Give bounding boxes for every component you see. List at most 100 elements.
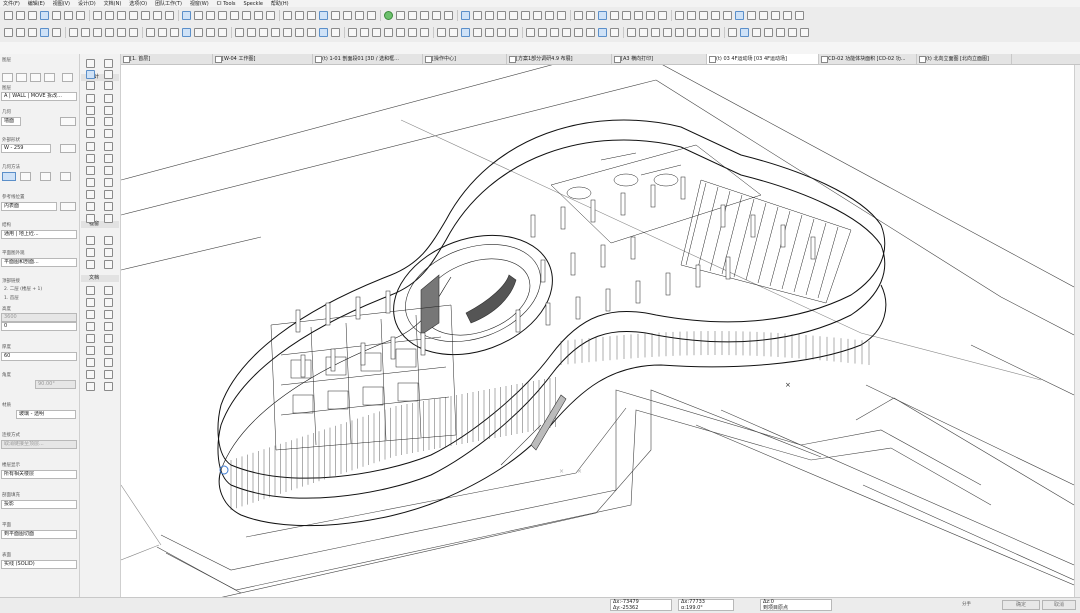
fill-icon[interactable] — [86, 214, 95, 223]
arrow-icon[interactable] — [86, 286, 95, 295]
gear-icon[interactable] — [526, 28, 535, 37]
grid-icon[interactable] — [384, 11, 393, 20]
snap-icon[interactable] — [396, 11, 405, 20]
surface-fill-select[interactable]: 实线 (SOLID) — [1, 560, 77, 569]
stair-icon[interactable] — [104, 334, 113, 343]
redo-icon[interactable] — [473, 11, 482, 20]
toolbox-section-document[interactable]: 文档 — [81, 275, 119, 282]
copy-icon[interactable] — [295, 28, 304, 37]
new-icon[interactable] — [610, 28, 619, 37]
tab-1[interactable]: [W-04 工作图] — [213, 54, 313, 64]
roof-icon[interactable] — [86, 94, 95, 103]
paste-icon[interactable] — [105, 11, 114, 20]
save-icon[interactable] — [28, 28, 37, 37]
window-icon[interactable] — [104, 117, 113, 126]
open-icon[interactable] — [420, 28, 429, 37]
spline-icon[interactable] — [86, 248, 95, 257]
structure-select[interactable]: 通用 | 地上砼... — [1, 230, 77, 239]
save-icon[interactable] — [639, 28, 648, 37]
ok-button[interactable]: 确定 — [1002, 600, 1040, 610]
roof-icon[interactable] — [86, 322, 95, 331]
copy-icon[interactable] — [497, 28, 506, 37]
beam-icon[interactable] — [86, 310, 95, 319]
tab-8[interactable]: (t) 北向立面图 [北向立面图] — [917, 54, 1012, 64]
tab-6[interactable]: (t) 03 4F运动场 [03 4F运动场] — [707, 54, 819, 64]
save-icon[interactable] — [28, 11, 37, 20]
layer-icon[interactable] — [129, 11, 138, 20]
print-icon[interactable] — [40, 28, 49, 37]
print-icon[interactable] — [247, 28, 256, 37]
box-wall-icon[interactable] — [40, 172, 51, 181]
arrow-icon[interactable] — [16, 73, 27, 82]
view-icon[interactable] — [764, 28, 773, 37]
grid-icon[interactable] — [182, 11, 191, 20]
layer-icon[interactable] — [740, 28, 749, 37]
zone-icon[interactable] — [86, 370, 95, 379]
layer-icon[interactable] — [533, 11, 542, 20]
print-icon[interactable] — [646, 11, 655, 20]
chain-wall-icon[interactable] — [20, 172, 31, 181]
tab-5[interactable]: [A3 横向打印] — [612, 54, 707, 64]
copy-icon[interactable] — [93, 28, 102, 37]
undo-icon[interactable] — [461, 28, 470, 37]
top-link-text[interactable]: 2. 二层 (楼层 + 1) — [4, 286, 42, 292]
mesh-icon[interactable] — [86, 166, 95, 175]
layer-icon[interactable] — [735, 11, 744, 20]
more-options-icon[interactable] — [60, 202, 76, 211]
polyline-icon[interactable] — [104, 236, 113, 245]
column-icon[interactable] — [104, 298, 113, 307]
zoom-icon[interactable] — [574, 28, 583, 37]
hotspot-icon[interactable] — [104, 248, 113, 257]
cut-icon[interactable] — [485, 11, 494, 20]
camera-icon[interactable] — [104, 178, 113, 187]
snap-icon[interactable] — [795, 11, 804, 20]
height-field[interactable]: 3600 — [1, 313, 77, 322]
curtain-wall-icon[interactable] — [104, 382, 113, 391]
zoom-icon[interactable] — [367, 11, 376, 20]
save-icon[interactable] — [230, 11, 239, 20]
grid-icon[interactable] — [182, 28, 191, 37]
door-icon[interactable] — [86, 358, 95, 367]
wall-type-icon[interactable] — [60, 144, 76, 153]
morph-icon[interactable] — [86, 334, 95, 343]
gear-icon[interactable] — [117, 11, 126, 20]
reference-line-select[interactable]: 内表面 — [1, 202, 57, 211]
redo-icon[interactable] — [64, 11, 73, 20]
grid-icon[interactable] — [586, 11, 595, 20]
shell-icon[interactable] — [104, 322, 113, 331]
new-icon[interactable] — [408, 28, 417, 37]
snap-icon[interactable] — [598, 28, 607, 37]
tab-2[interactable]: (t) 1-01 剖面段01 [3D / 选和框... — [313, 54, 423, 64]
new-icon[interactable] — [610, 11, 619, 20]
print-icon[interactable] — [449, 28, 458, 37]
redo-icon[interactable] — [675, 28, 684, 37]
copy-icon[interactable] — [497, 11, 506, 20]
line-icon[interactable] — [104, 214, 113, 223]
zoom-icon[interactable] — [574, 11, 583, 20]
redo-icon[interactable] — [473, 28, 482, 37]
selection-icon[interactable] — [2, 73, 13, 82]
marquee-icon[interactable] — [104, 59, 113, 68]
floor-plan-display-select[interactable]: 平面图和剖面... — [1, 258, 77, 267]
slab-icon[interactable] — [104, 81, 113, 90]
geometry-select[interactable]: 墙面 — [1, 117, 21, 126]
copy-icon[interactable] — [699, 28, 708, 37]
shell-icon[interactable] — [104, 94, 113, 103]
undo-icon[interactable] — [663, 28, 672, 37]
view-icon[interactable] — [759, 11, 768, 20]
material-select[interactable]: 玻璃 - 透明 — [16, 410, 76, 419]
pen-icon[interactable] — [141, 11, 150, 20]
layer-icon[interactable] — [538, 28, 547, 37]
zoom-icon[interactable] — [372, 28, 381, 37]
new-icon[interactable] — [408, 11, 417, 20]
pen-icon[interactable] — [747, 11, 756, 20]
angle-field[interactable]: 90.00° — [35, 380, 76, 389]
pen-icon[interactable] — [343, 11, 352, 20]
cut-icon[interactable] — [76, 11, 85, 20]
paste-icon[interactable] — [105, 28, 114, 37]
grid-icon[interactable] — [788, 28, 797, 37]
pen-icon[interactable] — [550, 28, 559, 37]
undo-icon[interactable] — [461, 11, 470, 20]
rotated-wall-icon[interactable] — [60, 172, 71, 181]
view-icon[interactable] — [562, 28, 571, 37]
